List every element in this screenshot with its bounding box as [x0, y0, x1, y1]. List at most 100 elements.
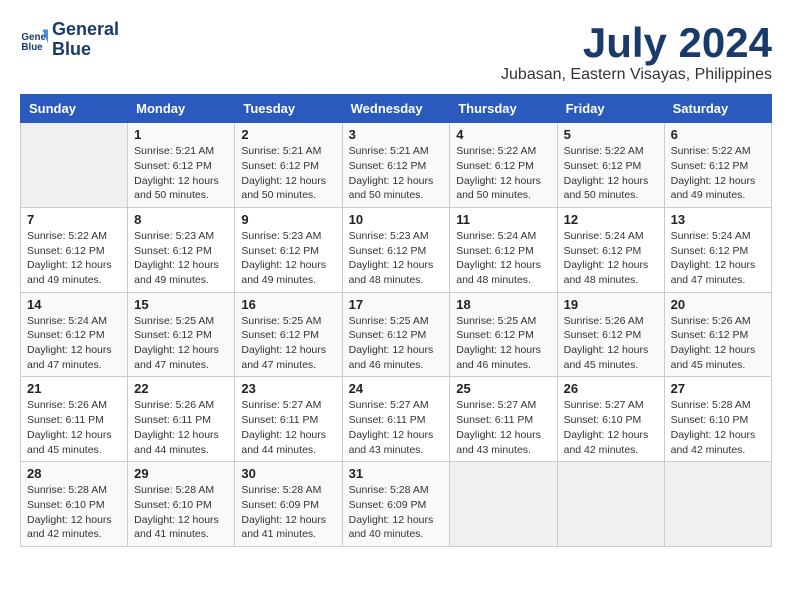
calendar-cell: 27 Sunrise: 5:28 AM Sunset: 6:10 PM Dayli…	[664, 377, 771, 462]
weekday-header: Monday	[128, 95, 235, 123]
day-number: 17	[349, 297, 444, 312]
day-info: Sunrise: 5:24 AM Sunset: 6:12 PM Dayligh…	[564, 229, 658, 288]
calendar-cell: 29Sunrise: 5:28 AM Sunset: 6:10 PM Dayli…	[128, 462, 235, 547]
day-info: Sunrise: 5:23 AM Sunset: 6:12 PM Dayligh…	[134, 229, 228, 288]
day-number: 20	[671, 297, 765, 312]
month-title: July 2024	[501, 20, 772, 66]
calendar-cell: 6 Sunrise: 5:22 AM Sunset: 6:12 PM Daylig…	[664, 123, 771, 208]
day-info: Sunrise: 5:23 AM Sunset: 6:12 PM Dayligh…	[349, 229, 444, 288]
day-number: 19	[564, 297, 658, 312]
calendar-cell	[450, 462, 557, 547]
day-number: 28	[27, 466, 121, 481]
calendar-week-row: 7 Sunrise: 5:22 AM Sunset: 6:12 PM Daylig…	[21, 207, 772, 292]
day-info: Sunrise: 5:25 AM Sunset: 6:12 PM Dayligh…	[456, 314, 550, 373]
day-info: Sunrise: 5:27 AM Sunset: 6:10 PM Dayligh…	[564, 398, 658, 457]
weekday-header: Sunday	[21, 95, 128, 123]
calendar-cell: 24Sunrise: 5:27 AM Sunset: 6:11 PM Dayli…	[342, 377, 450, 462]
day-info: Sunrise: 5:21 AM Sunset: 6:12 PM Dayligh…	[349, 144, 444, 203]
calendar-table: SundayMondayTuesdayWednesdayThursdayFrid…	[20, 94, 772, 547]
logo: General Blue General Blue	[20, 20, 119, 60]
day-number: 4	[456, 127, 550, 142]
day-number: 21	[27, 381, 121, 396]
calendar-cell: 16 Sunrise: 5:25 AM Sunset: 6:12 PM Dayli…	[235, 292, 342, 377]
day-info: Sunrise: 5:27 AM Sunset: 6:11 PM Dayligh…	[349, 398, 444, 457]
calendar-cell: 2Sunrise: 5:21 AM Sunset: 6:12 PM Daylig…	[235, 123, 342, 208]
day-number: 12	[564, 212, 658, 227]
day-info: Sunrise: 5:28 AM Sunset: 6:10 PM Dayligh…	[671, 398, 765, 457]
day-info: Sunrise: 5:26 AM Sunset: 6:12 PM Dayligh…	[671, 314, 765, 373]
day-number: 1	[134, 127, 228, 142]
calendar-cell: 5Sunrise: 5:22 AM Sunset: 6:12 PM Daylig…	[557, 123, 664, 208]
day-info: Sunrise: 5:25 AM Sunset: 6:12 PM Dayligh…	[241, 314, 335, 373]
day-info: Sunrise: 5:24 AM Sunset: 6:12 PM Dayligh…	[27, 314, 121, 373]
calendar-cell: 8 Sunrise: 5:23 AM Sunset: 6:12 PM Daylig…	[128, 207, 235, 292]
svg-text:Blue: Blue	[21, 42, 43, 53]
weekday-header: Thursday	[450, 95, 557, 123]
weekday-header: Saturday	[664, 95, 771, 123]
day-info: Sunrise: 5:24 AM Sunset: 6:12 PM Dayligh…	[456, 229, 550, 288]
day-number: 31	[349, 466, 444, 481]
calendar-cell: 14 Sunrise: 5:24 AM Sunset: 6:12 PM Dayli…	[21, 292, 128, 377]
calendar-cell: 9 Sunrise: 5:23 AM Sunset: 6:12 PM Daylig…	[235, 207, 342, 292]
calendar-cell: 20 Sunrise: 5:26 AM Sunset: 6:12 PM Dayli…	[664, 292, 771, 377]
weekday-header: Wednesday	[342, 95, 450, 123]
day-number: 15	[134, 297, 228, 312]
calendar-cell: 17Sunrise: 5:25 AM Sunset: 6:12 PM Dayli…	[342, 292, 450, 377]
day-number: 10	[349, 212, 444, 227]
day-number: 22	[134, 381, 228, 396]
day-info: Sunrise: 5:27 AM Sunset: 6:11 PM Dayligh…	[241, 398, 335, 457]
calendar-cell: 30Sunrise: 5:28 AM Sunset: 6:09 PM Dayli…	[235, 462, 342, 547]
day-info: Sunrise: 5:22 AM Sunset: 6:12 PM Dayligh…	[564, 144, 658, 203]
day-info: Sunrise: 5:25 AM Sunset: 6:12 PM Dayligh…	[134, 314, 228, 373]
calendar-cell: 25Sunrise: 5:27 AM Sunset: 6:11 PM Dayli…	[450, 377, 557, 462]
day-number: 9	[241, 212, 335, 227]
day-number: 14	[27, 297, 121, 312]
day-number: 23	[241, 381, 335, 396]
day-info: Sunrise: 5:22 AM Sunset: 6:12 PM Dayligh…	[27, 229, 121, 288]
logo-text: General Blue	[52, 20, 119, 60]
day-number: 27	[671, 381, 765, 396]
calendar-cell: 3 Sunrise: 5:21 AM Sunset: 6:12 PM Daylig…	[342, 123, 450, 208]
day-number: 2	[241, 127, 335, 142]
day-number: 29	[134, 466, 228, 481]
calendar-week-row: 1 Sunrise: 5:21 AM Sunset: 6:12 PM Daylig…	[21, 123, 772, 208]
weekday-header: Friday	[557, 95, 664, 123]
day-info: Sunrise: 5:26 AM Sunset: 6:11 PM Dayligh…	[134, 398, 228, 457]
calendar-cell: 7 Sunrise: 5:22 AM Sunset: 6:12 PM Daylig…	[21, 207, 128, 292]
day-info: Sunrise: 5:22 AM Sunset: 6:12 PM Dayligh…	[456, 144, 550, 203]
day-number: 8	[134, 212, 228, 227]
calendar-cell: 13Sunrise: 5:24 AM Sunset: 6:12 PM Dayli…	[664, 207, 771, 292]
calendar-cell: 4 Sunrise: 5:22 AM Sunset: 6:12 PM Daylig…	[450, 123, 557, 208]
day-info: Sunrise: 5:22 AM Sunset: 6:12 PM Dayligh…	[671, 144, 765, 203]
location: Jubasan, Eastern Visayas, Philippines	[501, 66, 772, 84]
calendar-cell: 28 Sunrise: 5:28 AM Sunset: 6:10 PM Dayli…	[21, 462, 128, 547]
day-number: 7	[27, 212, 121, 227]
day-number: 11	[456, 212, 550, 227]
calendar-cell: 12 Sunrise: 5:24 AM Sunset: 6:12 PM Dayli…	[557, 207, 664, 292]
calendar-cell: 22 Sunrise: 5:26 AM Sunset: 6:11 PM Dayli…	[128, 377, 235, 462]
calendar-cell: 21 Sunrise: 5:26 AM Sunset: 6:11 PM Dayli…	[21, 377, 128, 462]
calendar-week-row: 28 Sunrise: 5:28 AM Sunset: 6:10 PM Dayli…	[21, 462, 772, 547]
day-number: 13	[671, 212, 765, 227]
day-number: 16	[241, 297, 335, 312]
day-info: Sunrise: 5:23 AM Sunset: 6:12 PM Dayligh…	[241, 229, 335, 288]
day-number: 6	[671, 127, 765, 142]
weekday-header: Tuesday	[235, 95, 342, 123]
day-info: Sunrise: 5:26 AM Sunset: 6:11 PM Dayligh…	[27, 398, 121, 457]
day-number: 25	[456, 381, 550, 396]
calendar-cell	[21, 123, 128, 208]
day-number: 26	[564, 381, 658, 396]
calendar-cell	[557, 462, 664, 547]
day-info: Sunrise: 5:28 AM Sunset: 6:09 PM Dayligh…	[349, 483, 444, 542]
day-info: Sunrise: 5:28 AM Sunset: 6:10 PM Dayligh…	[27, 483, 121, 542]
calendar-cell	[664, 462, 771, 547]
calendar-cell: 11 Sunrise: 5:24 AM Sunset: 6:12 PM Dayli…	[450, 207, 557, 292]
day-info: Sunrise: 5:28 AM Sunset: 6:09 PM Dayligh…	[241, 483, 335, 542]
day-number: 3	[349, 127, 444, 142]
calendar-cell: 19Sunrise: 5:26 AM Sunset: 6:12 PM Dayli…	[557, 292, 664, 377]
calendar-cell: 15 Sunrise: 5:25 AM Sunset: 6:12 PM Dayli…	[128, 292, 235, 377]
calendar-cell: 26 Sunrise: 5:27 AM Sunset: 6:10 PM Dayli…	[557, 377, 664, 462]
calendar-cell: 31 Sunrise: 5:28 AM Sunset: 6:09 PM Dayli…	[342, 462, 450, 547]
calendar-cell: 18 Sunrise: 5:25 AM Sunset: 6:12 PM Dayli…	[450, 292, 557, 377]
day-number: 18	[456, 297, 550, 312]
